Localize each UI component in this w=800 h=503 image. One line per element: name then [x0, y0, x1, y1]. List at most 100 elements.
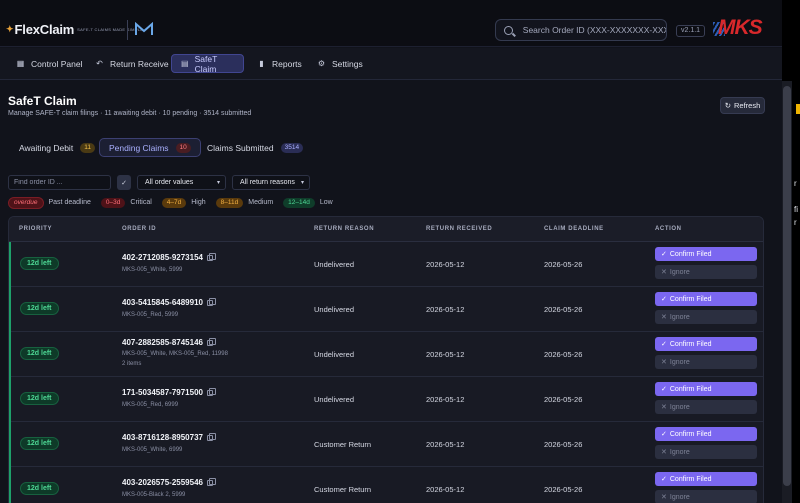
- priority-indicator-bar: [9, 422, 11, 467]
- ignore-button[interactable]: ✕ Ignore: [655, 445, 757, 459]
- flexclaim-logo[interactable]: ✦ FlexClaim SAFE-T CLAIMS MADE SIMPLE: [6, 22, 143, 37]
- return-received-date: 2026-05-12: [426, 395, 465, 404]
- copy-icon[interactable]: [206, 252, 216, 261]
- nav-settings[interactable]: ⚙ Settings: [308, 54, 372, 73]
- confirm-label: Confirm Filed: [669, 295, 712, 303]
- ignore-label: Ignore: [669, 403, 690, 411]
- order-id-text: 407-2882585-8745146: [122, 338, 203, 347]
- return-reason: Undelivered: [314, 305, 355, 314]
- close-icon: ✕: [661, 269, 667, 276]
- tab-pending-claims[interactable]: Pending Claims 10: [99, 138, 201, 157]
- table-row: 12d left 407-2882585-8745146 MKS-005_Whi…: [9, 332, 763, 377]
- tab-label: Claims Submitted: [207, 142, 274, 153]
- claim-deadline-date: 2026-05-26: [544, 440, 583, 449]
- order-sku: MKS-005_White, MKS-005_Red, 11998: [122, 351, 228, 357]
- check-icon: ✓: [121, 179, 127, 187]
- nav-return-receive[interactable]: ↶ Return Receive: [86, 54, 178, 73]
- order-item-count: 2 items: [122, 361, 142, 367]
- ignore-label: Ignore: [669, 493, 690, 501]
- ignore-button[interactable]: ✕ Ignore: [655, 355, 757, 369]
- nav-safet-claim[interactable]: ▤ SafeT Claim: [171, 53, 244, 74]
- adjacent-window-text: r: [794, 218, 797, 227]
- tab-claims-submitted[interactable]: Claims Submitted 3514: [198, 138, 312, 157]
- nav-control-panel[interactable]: ▦ Control Panel: [7, 54, 92, 73]
- return-received-date: 2026-05-12: [426, 305, 465, 314]
- return-received-date: 2026-05-12: [426, 260, 465, 269]
- legend-text: High: [191, 199, 206, 206]
- confirm-filed-button[interactable]: ✓ Confirm Filed: [655, 247, 757, 261]
- nav-reports[interactable]: ▮ Reports: [248, 54, 311, 73]
- column-header-claim-deadline: CLAIM DEADLINE: [544, 226, 604, 232]
- return-received-date: 2026-05-12: [426, 350, 465, 359]
- close-icon: ✕: [661, 404, 667, 411]
- order-sku: MKS-005-Black 2, 5999: [122, 492, 186, 498]
- priority-badge: 12d left: [20, 392, 59, 405]
- chevron-down-icon: ▾: [216, 180, 220, 186]
- adjacent-window-marker: [796, 104, 800, 114]
- order-id: 171-5034587-7971500: [122, 387, 216, 397]
- order-id-text: 403-8716128-8950737: [122, 433, 203, 442]
- priority-indicator-bar: [9, 467, 11, 503]
- return-reasons-select[interactable]: All return reasons ▾: [232, 175, 310, 190]
- claim-deadline-date: 2026-05-26: [544, 305, 583, 314]
- copy-icon[interactable]: [206, 432, 216, 441]
- page-title: SafeT Claim: [8, 94, 77, 108]
- confirm-filed-button[interactable]: ✓ Confirm Filed: [655, 427, 757, 441]
- ignore-button[interactable]: ✕ Ignore: [655, 310, 757, 324]
- adjacent-window-text: r: [794, 179, 797, 188]
- priority-badge: 12d left: [20, 302, 59, 315]
- order-values-select[interactable]: All order values ▾: [137, 175, 226, 190]
- nav-label: SafeT Claim: [194, 53, 218, 74]
- ignore-button[interactable]: ✕ Ignore: [655, 400, 757, 414]
- legend-text: Critical: [130, 199, 152, 206]
- nav-label: Control Panel: [31, 58, 83, 69]
- bar-chart-icon: ▮: [259, 59, 264, 68]
- confirm-label: Confirm Filed: [669, 430, 712, 438]
- confirm-filed-button[interactable]: ✓ Confirm Filed: [655, 292, 757, 306]
- confirm-filed-button[interactable]: ✓ Confirm Filed: [655, 472, 757, 486]
- logo-sparkle-icon: ✦: [6, 24, 14, 34]
- column-header-order-id: ORDER ID: [122, 226, 157, 232]
- tab-label: Pending Claims: [109, 142, 169, 153]
- order-id-text: 403-5415845-6489910: [122, 298, 203, 307]
- order-id-text: 403-2026575-2559546: [122, 478, 203, 487]
- column-header-return-received: RETURN RECEIVED: [426, 226, 493, 232]
- ignore-button[interactable]: ✕ Ignore: [655, 265, 757, 279]
- close-icon: ✕: [661, 314, 667, 321]
- confirm-filed-button[interactable]: ✓ Confirm Filed: [655, 337, 757, 351]
- tab-awaiting-debit[interactable]: Awaiting Debit 11: [10, 138, 104, 157]
- return-reason: Undelivered: [314, 350, 355, 359]
- priority-legend: overdue Past deadline 0–3d Critical 4–7d…: [8, 196, 343, 209]
- confirm-label: Confirm Filed: [669, 250, 712, 258]
- select-value: All order values: [145, 179, 194, 186]
- tab-count-badge: 10: [175, 142, 191, 153]
- page-subtitle: Manage SAFE-T claim filings · 11 awaitin…: [8, 110, 252, 117]
- claim-deadline-date: 2026-05-26: [544, 260, 583, 269]
- nav-label: Return Receive: [110, 58, 169, 69]
- document-icon: ▤: [181, 59, 189, 68]
- claim-deadline-date: 2026-05-26: [544, 395, 583, 404]
- priority-badge: 12d left: [20, 437, 59, 450]
- order-id-filter-input[interactable]: [8, 175, 111, 190]
- order-sku: MKS-005_Red, 6999: [122, 402, 179, 408]
- column-header-return-reason: RETURN REASON: [314, 226, 375, 232]
- ignore-button[interactable]: ✕ Ignore: [655, 490, 757, 503]
- copy-icon[interactable]: [206, 297, 216, 306]
- priority-badge: 12d left: [20, 347, 59, 360]
- order-search-input[interactable]: [522, 25, 666, 35]
- scrollbar-thumb[interactable]: [783, 86, 791, 486]
- order-search[interactable]: [495, 19, 667, 41]
- check-icon: ✓: [661, 341, 667, 348]
- order-id: 402-2712085-9273154: [122, 252, 216, 262]
- copy-icon[interactable]: [206, 477, 216, 486]
- logo-text: FlexClaim: [14, 22, 75, 37]
- copy-icon[interactable]: [206, 337, 216, 346]
- nav-label: Settings: [332, 58, 363, 69]
- claim-deadline-date: 2026-05-26: [544, 350, 583, 359]
- copy-icon[interactable]: [206, 387, 216, 396]
- check-icon: ✓: [661, 251, 667, 258]
- order-sku: MKS-005_White, 6999: [122, 447, 183, 453]
- confirm-filed-button[interactable]: ✓ Confirm Filed: [655, 382, 757, 396]
- refresh-button[interactable]: ↻ Refresh: [720, 97, 765, 114]
- apply-filter-button[interactable]: ✓: [117, 175, 131, 190]
